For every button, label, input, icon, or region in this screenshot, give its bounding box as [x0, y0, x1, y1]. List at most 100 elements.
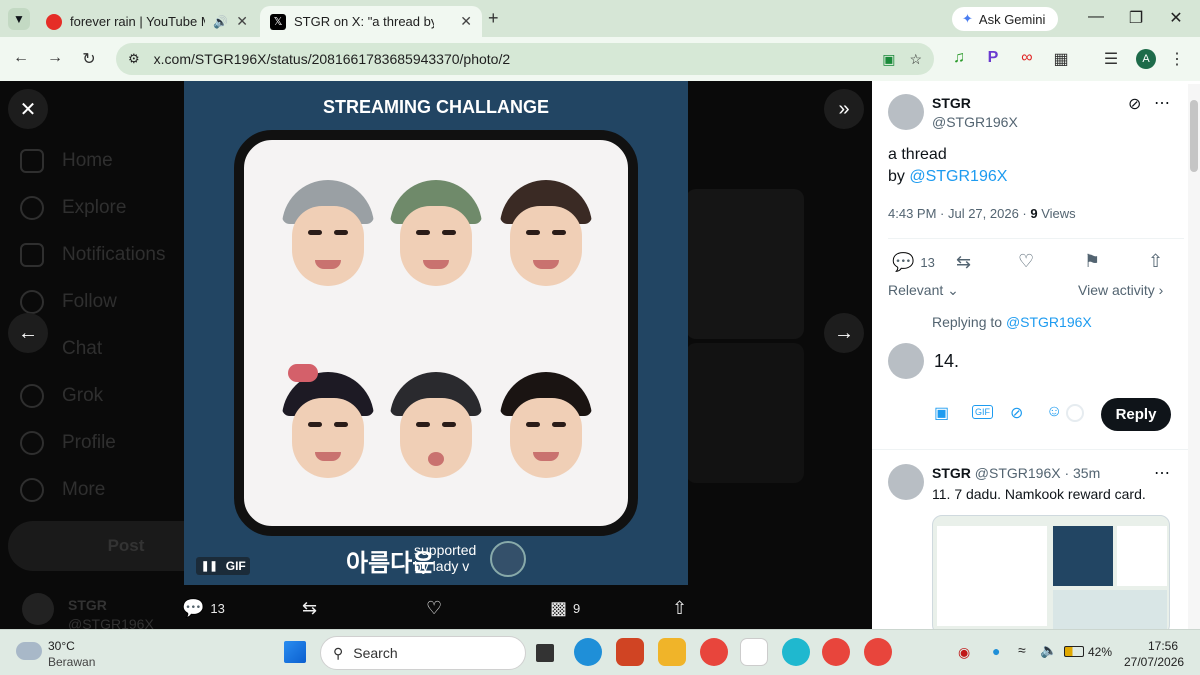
taskbar-search[interactable]: ⚲ Search: [320, 636, 526, 670]
minimize-icon[interactable]: —: [1086, 8, 1106, 26]
gemini-sparkle-icon: ✦: [962, 11, 973, 26]
new-tab-button[interactable]: +: [488, 8, 499, 29]
extensions-puzzle-icon[interactable]: ▦: [1050, 49, 1072, 69]
media-upload-icon[interactable]: ▣: [934, 403, 949, 423]
tab-youtube-music[interactable]: forever rain | YouTube Musi 🔊 ✕: [36, 6, 258, 37]
canva-icon[interactable]: [782, 638, 810, 666]
tweet-like-icon[interactable]: ♡: [1018, 251, 1034, 272]
security-icon[interactable]: ◉: [958, 644, 970, 661]
tweet-share-icon[interactable]: ⇧: [1148, 251, 1163, 272]
previous-media-button[interactable]: ←: [8, 313, 48, 353]
reload-icon[interactable]: ↻: [78, 49, 100, 69]
thumbnail-panel: [1053, 590, 1167, 629]
chrome-profile-icon[interactable]: [822, 638, 850, 666]
section-divider: [872, 449, 1188, 450]
tweet-author-handle[interactable]: @STGR196X: [932, 114, 1018, 130]
weather-condition[interactable]: Berawan: [48, 655, 95, 669]
file-explorer-icon[interactable]: [658, 638, 686, 666]
network-icon[interactable]: ●: [992, 643, 1000, 659]
site-settings-icon[interactable]: ⚙: [128, 51, 140, 67]
tweet-reply-action[interactable]: 💬 13: [892, 252, 935, 273]
close-icon[interactable]: ✕: [460, 13, 472, 30]
miro-icon[interactable]: [740, 638, 768, 666]
tab-search-button[interactable]: ▼: [8, 8, 30, 30]
tweet-author-avatar[interactable]: [888, 94, 924, 130]
sort-dropdown[interactable]: Relevant ⌄: [888, 282, 959, 299]
reply-button[interactable]: Reply: [1101, 398, 1171, 431]
forward-arrow-icon[interactable]: →: [44, 49, 66, 67]
emoji-icon[interactable]: ☺: [1046, 403, 1062, 421]
sidebar-item-profile: Profile: [62, 432, 116, 453]
start-windows-icon[interactable]: [284, 641, 306, 663]
tweet-repost-icon[interactable]: ⇆: [956, 252, 971, 273]
extension-p-icon[interactable]: P: [982, 49, 1004, 67]
face-sticker: [390, 180, 482, 288]
repost-action[interactable]: ⇆: [302, 598, 317, 619]
tweet-bookmark-icon[interactable]: ⚑: [1084, 251, 1100, 272]
like-action[interactable]: ♡: [426, 598, 442, 619]
restore-icon[interactable]: ❐: [1126, 8, 1146, 28]
chrome-icon[interactable]: [700, 638, 728, 666]
face-sticker: [282, 372, 374, 480]
composer-avatar[interactable]: [888, 343, 924, 379]
extension-infinity-icon[interactable]: ∞: [1016, 49, 1038, 67]
window-close-icon[interactable]: ✕: [1166, 8, 1186, 28]
wifi-icon[interactable]: ≈: [1018, 642, 1026, 658]
media-image[interactable]: STREAMING CHALLANGE ❚❚ GIF 아름다운 supporte…: [184, 81, 688, 585]
background-tweet-card: [686, 343, 804, 483]
music-extension-icon[interactable]: ♫: [948, 49, 970, 67]
gif-pause-control[interactable]: ❚❚ GIF: [196, 557, 250, 575]
sidebar-user-avatar: [22, 593, 54, 625]
battery-icon[interactable]: [1064, 646, 1084, 657]
address-bar[interactable]: ⚙ x.com/STGR196X/status/2081661783685943…: [116, 43, 934, 75]
grok-icon[interactable]: ⊘: [1010, 403, 1023, 423]
close-viewer-button[interactable]: ✕: [8, 89, 48, 129]
reply-media-thumbnail[interactable]: [932, 515, 1170, 629]
weather-temp[interactable]: 30°C: [48, 639, 75, 653]
tweet-timestamp[interactable]: 4:43 PM · Jul 27, 2026 ·: [888, 206, 1030, 221]
ask-gemini-button[interactable]: ✦ Ask Gemini: [952, 7, 1058, 31]
tab-x-thread[interactable]: 𝕏 STGR on X: "a thread by @STGR ✕: [260, 6, 482, 37]
bookmark-star-icon[interactable]: ☆: [909, 51, 922, 68]
profile-avatar[interactable]: A: [1136, 49, 1156, 69]
clock-date[interactable]: 27/07/2026: [1124, 655, 1184, 669]
gif-icon[interactable]: GIF: [972, 405, 993, 419]
background-tweet-card: [686, 189, 804, 339]
edge-browser-icon[interactable]: [574, 638, 602, 666]
scrollbar-thumb[interactable]: [1190, 100, 1198, 172]
next-media-button[interactable]: →: [824, 313, 864, 353]
weather-cloud-icon[interactable]: [16, 642, 42, 660]
pause-icon[interactable]: ❚❚: [201, 561, 218, 572]
tweet-mention-link[interactable]: @STGR196X: [909, 168, 1007, 185]
collapse-panel-button[interactable]: »: [824, 89, 864, 129]
reply-action[interactable]: 💬 13: [182, 598, 225, 619]
more-dots-icon[interactable]: ⋯: [1154, 463, 1170, 483]
share-icon: ⇧: [672, 598, 688, 618]
speaker-icon[interactable]: 🔊: [213, 15, 228, 29]
task-view-icon[interactable]: [536, 644, 554, 662]
sidebar-user-name: STGR: [68, 597, 107, 613]
clock-time[interactable]: 17:56: [1148, 639, 1178, 653]
close-icon: ✕: [19, 98, 37, 121]
grok-icon[interactable]: ⊘: [1128, 94, 1141, 114]
view-activity-link[interactable]: View activity ›: [1078, 282, 1163, 298]
chrome-profile-2-icon[interactable]: [864, 638, 892, 666]
volume-icon[interactable]: 🔈: [1040, 642, 1057, 659]
close-icon[interactable]: ✕: [236, 13, 248, 30]
powerpoint-icon[interactable]: [616, 638, 644, 666]
tweet-author-name[interactable]: STGR: [932, 95, 971, 111]
menu-dots-icon[interactable]: ⋮: [1166, 49, 1188, 69]
replying-to-handle[interactable]: @STGR196X: [1006, 314, 1092, 330]
reply-author-name[interactable]: STGR: [932, 465, 971, 481]
reply-author-handle[interactable]: @STGR196X · 35m: [975, 465, 1100, 481]
install-app-icon[interactable]: ▣: [882, 51, 895, 68]
browser-tab-strip: ▼ forever rain | YouTube Musi 🔊 ✕ 𝕏 STGR…: [0, 0, 1200, 37]
share-action[interactable]: ⇧: [672, 598, 687, 619]
reply-author-avatar[interactable]: [888, 464, 924, 500]
views-action[interactable]: ▩ 9: [550, 598, 580, 619]
back-arrow-icon[interactable]: ←: [10, 49, 32, 67]
media-control-icon[interactable]: ☰: [1100, 49, 1122, 69]
more-dots-icon[interactable]: ⋯: [1154, 93, 1170, 113]
tweet-text-line1: a thread: [888, 146, 947, 163]
reply-composer-input[interactable]: 14.: [934, 351, 1174, 372]
